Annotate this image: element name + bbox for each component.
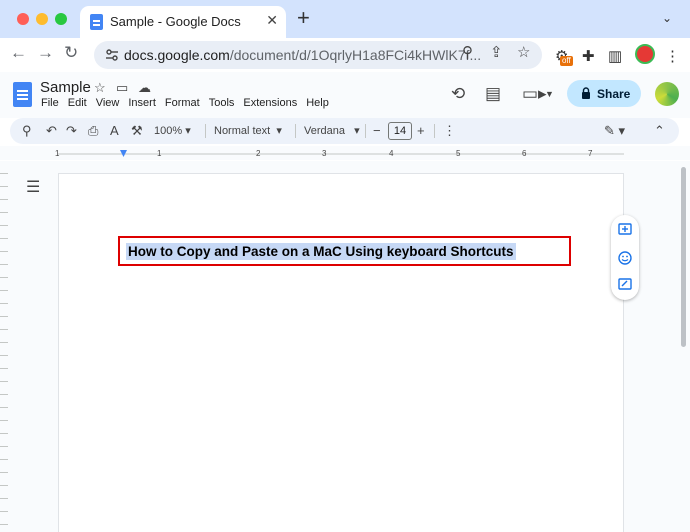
redo-icon[interactable]: ↷ [66, 123, 77, 139]
lock-icon [582, 87, 590, 99]
browser-tab[interactable]: Sample - Google Docs ✕ [80, 6, 286, 38]
ruler-number: 7 [588, 149, 593, 158]
suggest-edits-icon[interactable] [618, 278, 632, 292]
ruler-number: 5 [456, 149, 461, 158]
bookmark-star-icon[interactable]: ☆ [517, 43, 530, 61]
minimize-window-button[interactable] [36, 13, 48, 25]
close-tab-icon[interactable]: ✕ [266, 12, 278, 29]
menu-bar: File Edit View Insert Format Tools Exten… [41, 97, 338, 109]
back-arrow-icon[interactable]: ← [10, 43, 27, 63]
move-folder-icon[interactable]: ▭ [116, 80, 128, 96]
tab-title: Sample - Google Docs [110, 14, 241, 29]
add-comment-icon[interactable] [618, 223, 632, 237]
star-icon[interactable]: ☆ [94, 80, 106, 96]
ruler-number: 2 [256, 149, 261, 158]
font-size-input[interactable]: 14 [388, 122, 412, 140]
paint-format-icon[interactable]: ⚒ [131, 123, 143, 139]
print-icon[interactable]: ⎙ [88, 123, 98, 139]
hide-menus-chevron-icon[interactable]: ⌃ [654, 123, 665, 139]
horizontal-ruler: 1 1 2 3 4 5 6 7 [0, 146, 690, 160]
address-bar[interactable]: docs.google.com/document/d/1OqrlyH1a8FCi… [94, 41, 542, 69]
meet-dropdown-icon[interactable]: ▼ [545, 89, 554, 99]
docs-favicon-icon [90, 14, 103, 30]
ruler-ticks [58, 153, 624, 155]
toolbar-divider [434, 124, 435, 138]
style-select[interactable]: Normal text ▾ [214, 124, 282, 137]
new-tab-button[interactable]: + [297, 7, 310, 29]
toolbar-divider [205, 124, 206, 138]
vertical-ruler [0, 161, 8, 532]
docs-logo-icon[interactable] [13, 82, 32, 107]
maximize-window-button[interactable] [55, 13, 67, 25]
navigation-bar: ← → ↻ docs.google.com/document/d/1OqrlyH… [0, 38, 690, 71]
font-select[interactable]: Verdana ▾ [304, 124, 360, 137]
menu-format[interactable]: Format [165, 97, 200, 109]
ruler-number: 1 [55, 149, 60, 158]
document-outline-icon[interactable]: ☰ [26, 177, 40, 197]
ruler-number: 3 [322, 149, 327, 158]
document-workspace: ☰ How to Copy and Paste on a MaC Using k… [0, 161, 690, 532]
comments-icon[interactable]: ▤ [485, 84, 501, 104]
extension-off-badge: off [560, 56, 573, 66]
menu-help[interactable]: Help [306, 97, 329, 109]
menu-extensions[interactable]: Extensions [243, 97, 297, 109]
vertical-scrollbar[interactable] [681, 167, 686, 347]
toolbar-divider [365, 124, 366, 138]
emoji-reaction-icon[interactable] [618, 251, 632, 265]
formatting-toolbar: ⚲ ↶ ↷ ⎙ A ⚒ 100% ▾ Normal text ▾ Verdana… [10, 118, 679, 144]
decrease-font-size-icon[interactable]: − [373, 123, 381, 139]
ruler-number: 4 [389, 149, 394, 158]
share-button[interactable]: Share [567, 80, 641, 107]
menu-insert[interactable]: Insert [128, 97, 156, 109]
tab-strip: Sample - Google Docs ✕ + ⌄ [0, 0, 690, 38]
url-text: docs.google.com/document/d/1OqrlyH1a8FCi… [124, 47, 482, 63]
increase-font-size-icon[interactable]: + [417, 123, 425, 139]
site-info-icon[interactable] [105, 48, 119, 62]
menu-tools[interactable]: Tools [209, 97, 235, 109]
zoom-select[interactable]: 100% ▾ [154, 124, 191, 137]
floating-actions-panel [611, 215, 639, 300]
more-menu-icon[interactable]: ⋮ [665, 47, 680, 65]
toolbar-divider [295, 124, 296, 138]
undo-icon[interactable]: ↶ [46, 123, 57, 139]
search-icon[interactable]: ⚲ [462, 43, 473, 61]
user-avatar[interactable] [655, 82, 679, 106]
share-page-icon[interactable]: ⇪ [490, 43, 503, 61]
ruler-number: 6 [522, 149, 527, 158]
meet-video-icon[interactable]: ▭▸ [522, 84, 547, 104]
ruler-number: 1 [157, 149, 162, 158]
version-history-icon[interactable]: ⟲ [451, 84, 465, 104]
document-heading[interactable]: How to Copy and Paste on a MaC Using key… [126, 243, 516, 260]
more-tools-icon[interactable]: ⋮ [443, 123, 456, 139]
menu-view[interactable]: View [96, 97, 120, 109]
docs-header: Sample ☆ ▭ ☁ File Edit View Insert Forma… [0, 72, 690, 118]
menu-edit[interactable]: Edit [68, 97, 87, 109]
editing-mode-pencil-icon[interactable]: ✎ ▾ [604, 123, 625, 139]
profile-avatar[interactable] [635, 44, 655, 64]
highlight-box: How to Copy and Paste on a MaC Using key… [118, 236, 571, 266]
document-page[interactable]: How to Copy and Paste on a MaC Using key… [58, 173, 624, 532]
document-title[interactable]: Sample [40, 79, 91, 96]
forward-arrow-icon[interactable]: → [37, 43, 54, 63]
reload-icon[interactable]: ↻ [64, 43, 78, 63]
close-window-button[interactable] [17, 13, 29, 25]
spellcheck-icon[interactable]: A [110, 123, 119, 139]
menu-file[interactable]: File [41, 97, 59, 109]
search-menus-icon[interactable]: ⚲ [22, 123, 32, 139]
extensions-icon[interactable]: ✚ [582, 47, 595, 65]
side-panel-icon[interactable]: ▥ [608, 47, 622, 65]
cloud-saved-icon: ☁ [138, 80, 151, 95]
tab-search-chevron-icon[interactable]: ⌄ [662, 11, 672, 25]
